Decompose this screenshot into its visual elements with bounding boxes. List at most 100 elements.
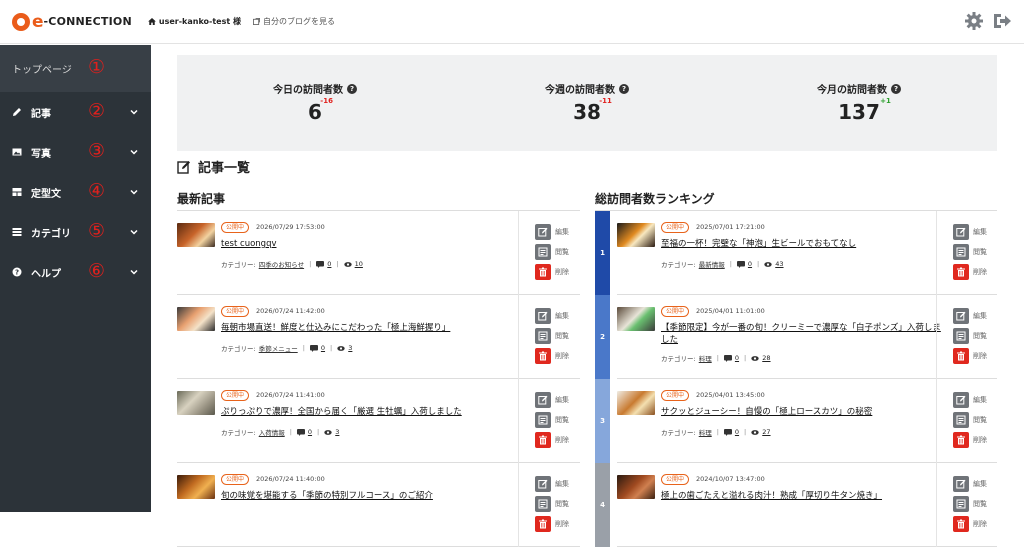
view-button[interactable]: 閲覧 [953, 328, 987, 344]
view-count[interactable]: 43 [775, 260, 783, 268]
view-button[interactable]: 閲覧 [535, 244, 569, 260]
view-button[interactable]: 閲覧 [535, 328, 569, 344]
article-row: 公開中 2026/07/24 11:41:00 ぷりっぷりで濃厚！全国から届く「厳選… [177, 379, 580, 463]
article-title-link[interactable]: 極上の歯ごたえと溢れる肉汁！熟成「厚切り牛タン焼き」 [661, 490, 882, 502]
sidebar-item-photos[interactable]: 写真 ③ [0, 132, 151, 172]
delete-button-icon [535, 264, 551, 280]
article-title-link[interactable]: test cuongqv [221, 238, 277, 250]
trash-icon [957, 267, 965, 277]
view-button[interactable]: 閲覧 [535, 496, 569, 512]
article-date: 2024/10/07 13:47:00 [696, 475, 765, 483]
trash-icon [957, 519, 965, 529]
view-button[interactable]: 閲覧 [953, 244, 987, 260]
separator: | [302, 344, 305, 352]
gear-icon[interactable] [964, 11, 984, 31]
article-title-link[interactable]: ぷりっぷりで濃厚！全国から届く「厳選 生牡蠣」入荷しました [221, 406, 462, 418]
view-button[interactable]: 閲覧 [535, 412, 569, 428]
sidebar-item-templates[interactable]: 定型文 ④ [0, 172, 151, 212]
view-button-icon [535, 412, 551, 428]
view-button-icon [535, 496, 551, 512]
article-thumbnail[interactable] [177, 391, 215, 415]
sidebar-item-top-page[interactable]: トップページ ① [0, 45, 151, 92]
article-actions: 編集 閲覧 削除 [936, 295, 996, 379]
article-row: 公開中 2026/07/24 11:42:00 毎朝市場直送！鮮度と仕込みにこだわっ… [177, 295, 580, 379]
user-home-link[interactable]: user-kanko-test 様 [147, 16, 241, 27]
delete-button-icon [953, 348, 969, 364]
article-thumbnail[interactable] [617, 307, 655, 331]
stat-week: 今週の訪問者数? 38 -11 [517, 81, 657, 124]
article-actions: 編集 閲覧 削除 [936, 463, 996, 547]
article-title-link[interactable]: 至福の一杯！完璧な「神泡」生ビールでおもてなし [661, 238, 856, 250]
view-count[interactable]: 27 [762, 428, 770, 436]
page-title: 記事一覧 [177, 157, 250, 176]
edit-button[interactable]: 編集 [953, 308, 987, 324]
delete-button-icon [953, 264, 969, 280]
delete-button[interactable]: 削除 [535, 432, 569, 448]
question-icon[interactable]: ? [891, 83, 901, 94]
question-icon[interactable]: ? [347, 83, 357, 94]
article-thumbnail[interactable] [617, 391, 655, 415]
article-meta: カテゴリー: 四季のお知らせ | 0 | 10 [221, 259, 363, 269]
article-title-link[interactable]: サクッとジューシー！自慢の「極上ロースカツ」の秘密 [661, 406, 872, 418]
article-title-link[interactable]: 旬の味覚を堪能する「季節の特別フルコース」のご紹介 [221, 490, 433, 502]
category-link[interactable]: 四季のお知らせ [259, 259, 304, 269]
comment-icon [309, 344, 318, 352]
article-thumbnail[interactable] [617, 475, 655, 499]
article-thumbnail[interactable] [177, 307, 215, 331]
view-blog-link[interactable]: 自分のブログを見る [252, 16, 335, 27]
comment-count[interactable]: 0 [321, 344, 325, 352]
logout-icon[interactable] [992, 11, 1012, 31]
view-button-icon [953, 412, 969, 428]
delete-button[interactable]: 削除 [953, 516, 987, 532]
edit-button[interactable]: 編集 [953, 476, 987, 492]
delete-button[interactable]: 削除 [953, 432, 987, 448]
edit-button[interactable]: 編集 [535, 476, 569, 492]
view-count[interactable]: 3 [335, 428, 339, 436]
article-meta: カテゴリー: 料理 | 0 | 27 [661, 427, 771, 437]
edit-button[interactable]: 編集 [535, 224, 569, 240]
category-link[interactable]: 最新情報 [699, 259, 725, 269]
view-button[interactable]: 閲覧 [953, 412, 987, 428]
comment-count[interactable]: 0 [735, 354, 739, 362]
view-button-icon [535, 328, 551, 344]
comment-count[interactable]: 0 [735, 428, 739, 436]
category-link[interactable]: 料理 [699, 427, 712, 437]
annotation-number: ① [88, 56, 106, 78]
article-thumbnail[interactable] [617, 223, 655, 247]
article-title-link[interactable]: 【季節限定】今が一番の旬！クリーミーで濃厚な「白子ポンズ」入荷しました [661, 322, 941, 346]
edit-button[interactable]: 編集 [953, 392, 987, 408]
article-date: 2026/07/29 17:53:00 [256, 223, 325, 231]
sidebar-item-help[interactable]: ? ヘルプ ⑥ [0, 252, 151, 292]
category-link[interactable]: 季節メニュー [259, 343, 298, 353]
status-badge: 公開中 [221, 390, 250, 401]
sidebar-item-articles[interactable]: 記事 ② [0, 92, 151, 132]
question-icon[interactable]: ? [619, 83, 629, 94]
edit-button[interactable]: 編集 [535, 308, 569, 324]
rank-number: 2 [600, 333, 605, 341]
category-link[interactable]: 料理 [699, 353, 712, 363]
comment-count[interactable]: 0 [308, 428, 312, 436]
logo[interactable]: e -CONNECTION [12, 0, 132, 44]
category-link[interactable]: 入荷情報 [259, 427, 285, 437]
edit-label: 編集 [973, 228, 987, 236]
view-count[interactable]: 28 [762, 354, 770, 362]
comment-count[interactable]: 0 [748, 260, 752, 268]
article-thumbnail[interactable] [177, 475, 215, 499]
delete-button[interactable]: 削除 [953, 348, 987, 364]
delete-button[interactable]: 削除 [535, 264, 569, 280]
delete-button[interactable]: 削除 [535, 516, 569, 532]
delete-button[interactable]: 削除 [535, 348, 569, 364]
article-title-link[interactable]: 毎朝市場直送！鮮度と仕込みにこだわった「極上海鮮握り」 [221, 322, 450, 334]
view-button[interactable]: 閲覧 [953, 496, 987, 512]
sidebar-item-categories[interactable]: カテゴリ ⑤ [0, 212, 151, 252]
edit-button[interactable]: 編集 [535, 392, 569, 408]
edit-button[interactable]: 編集 [953, 224, 987, 240]
comment-count[interactable]: 0 [327, 260, 331, 268]
chevron-down-icon [130, 189, 138, 195]
article-thumbnail[interactable] [177, 223, 215, 247]
article-date: 2025/04/01 13:45:00 [696, 391, 765, 399]
svg-text:?: ? [15, 269, 19, 277]
view-count[interactable]: 3 [348, 344, 352, 352]
view-count[interactable]: 10 [355, 260, 363, 268]
delete-button[interactable]: 削除 [953, 264, 987, 280]
